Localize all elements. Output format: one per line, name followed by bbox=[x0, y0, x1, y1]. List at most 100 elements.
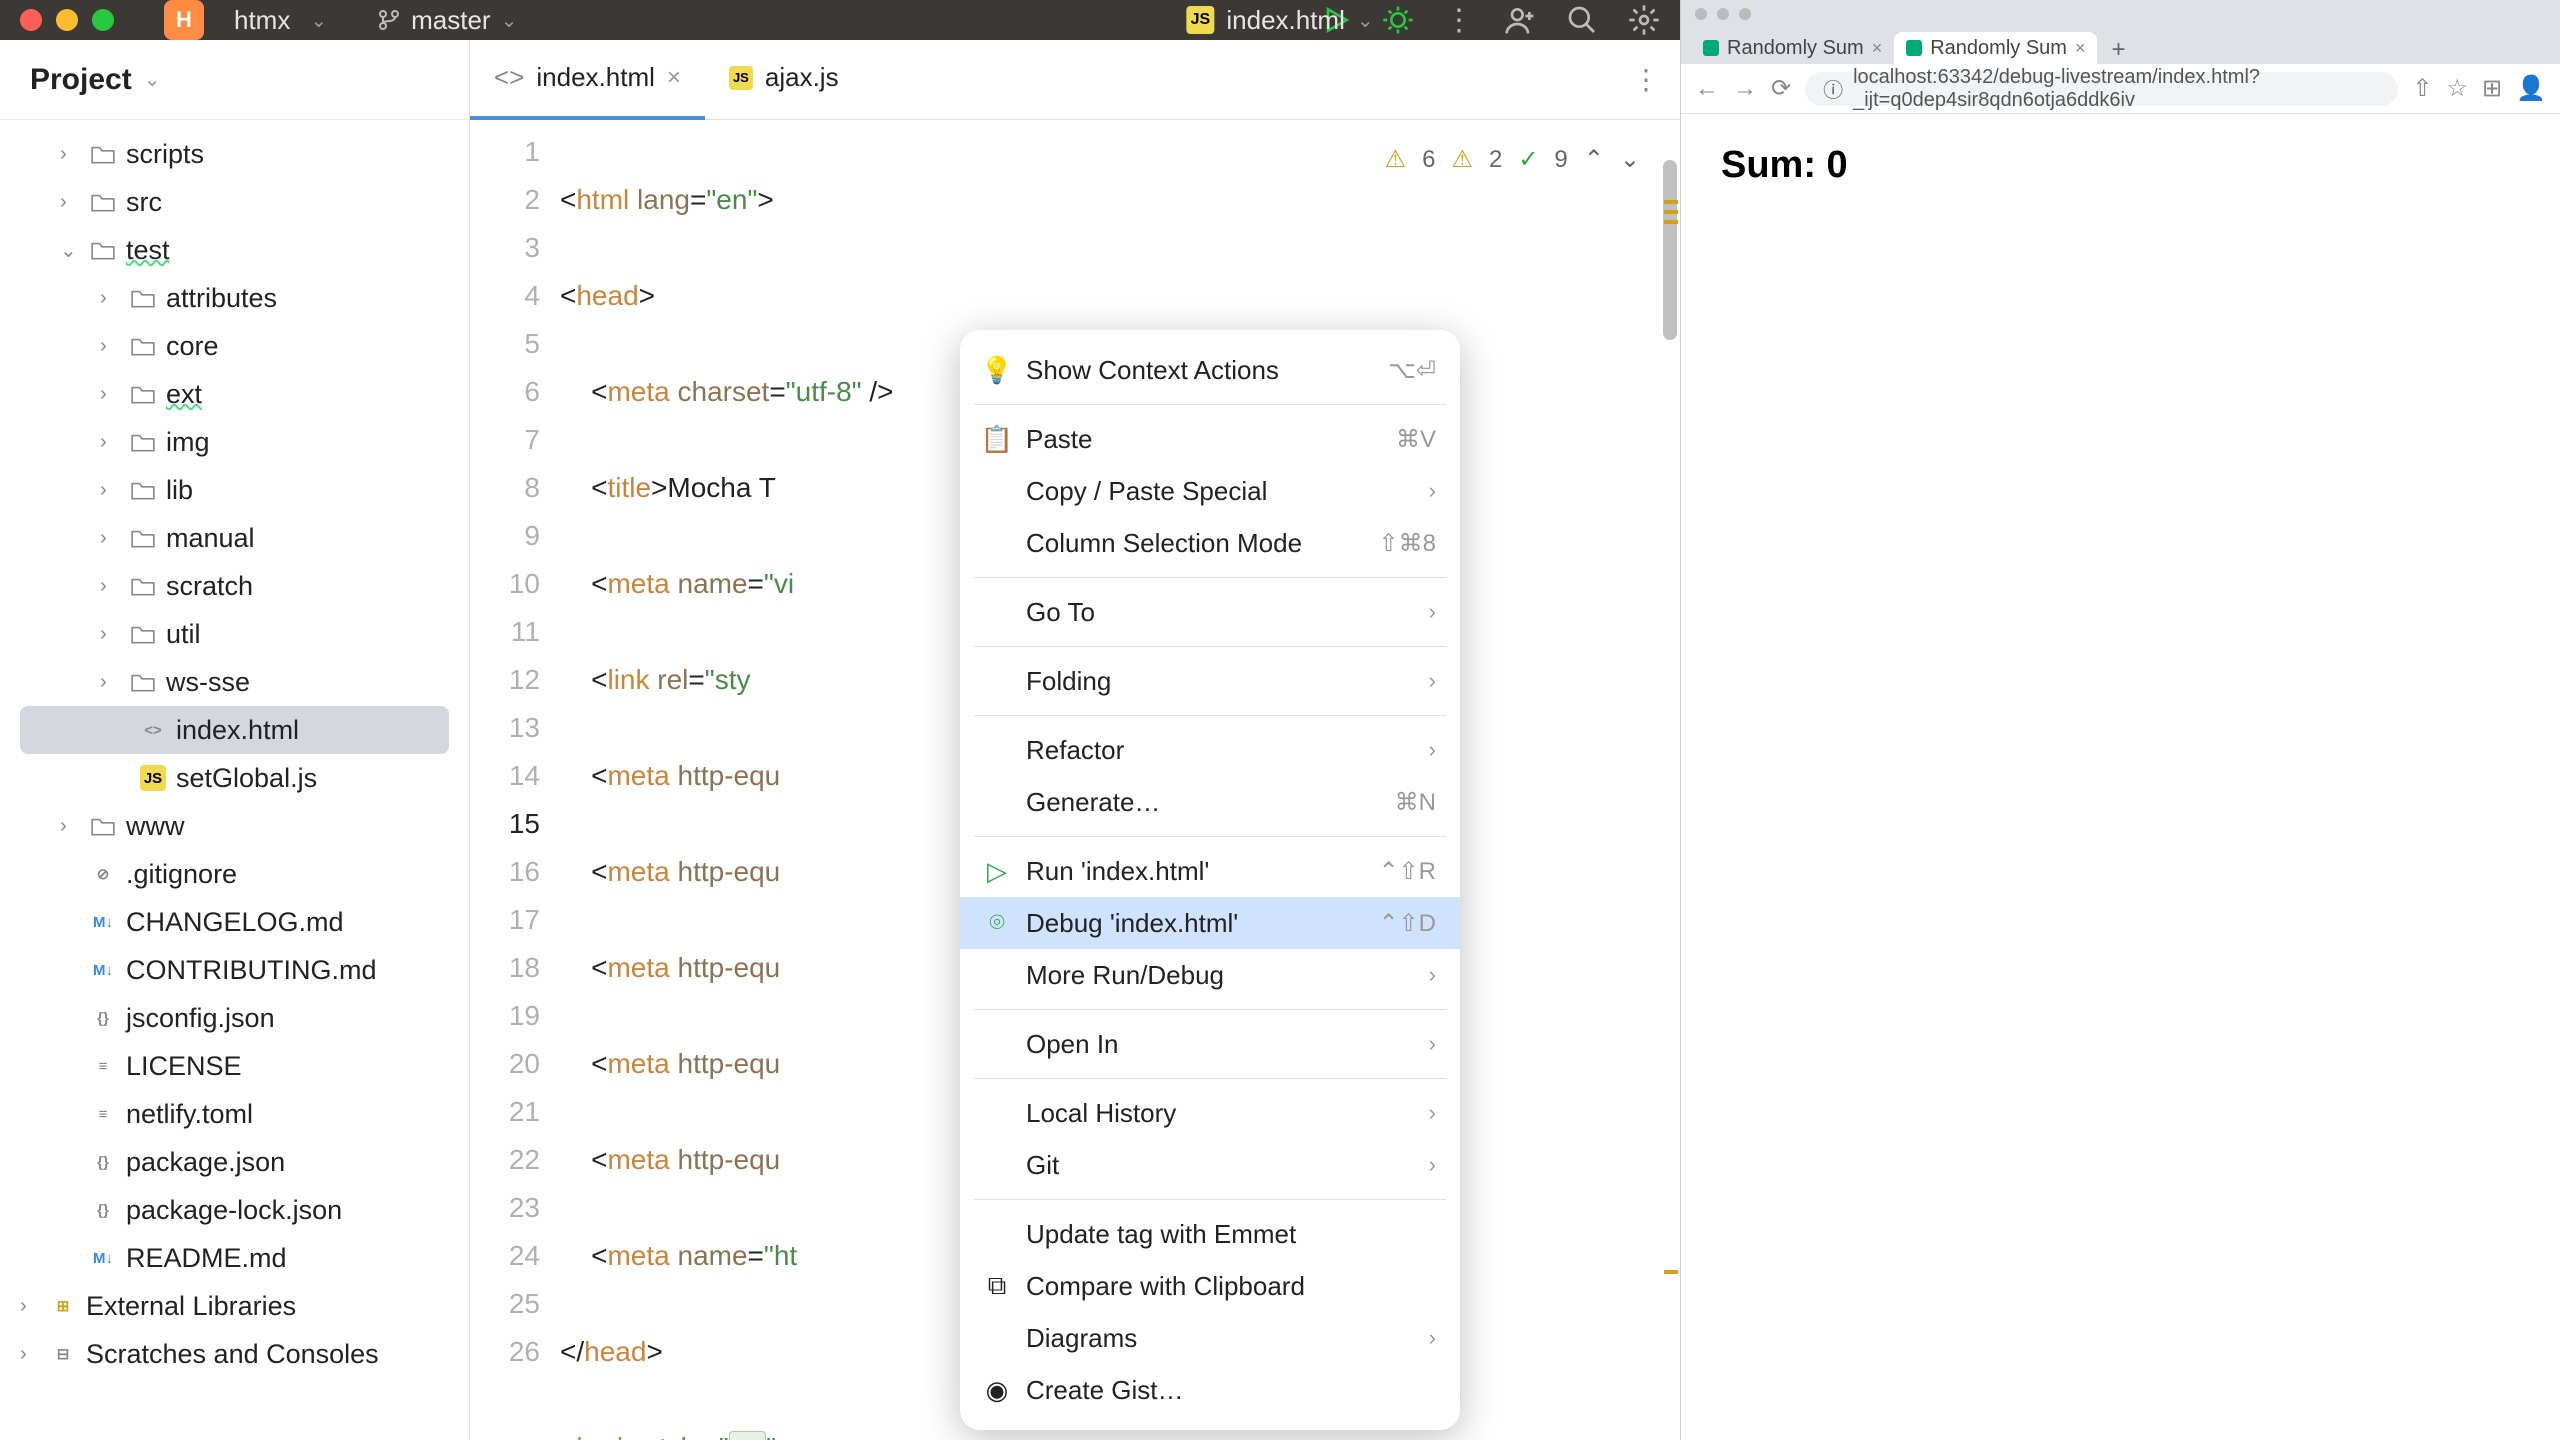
ctx-copy-paste-special[interactable]: Copy / Paste Special› bbox=[960, 465, 1460, 517]
browser-toolbar: ← → ⟳ ⓘlocalhost:63342/debug-livestream/… bbox=[1681, 64, 2560, 114]
folder-icon bbox=[130, 527, 156, 549]
current-file[interactable]: JS index.html ⌄ bbox=[1186, 5, 1373, 36]
minimize-window[interactable] bbox=[56, 9, 78, 31]
tree-file-indexhtml[interactable]: <>index.html bbox=[20, 706, 449, 754]
chevron-down-icon[interactable]: ⌄ bbox=[144, 67, 161, 92]
ctx-refactor[interactable]: Refactor› bbox=[960, 724, 1460, 776]
search-icon[interactable] bbox=[1566, 4, 1598, 36]
minimize-window[interactable] bbox=[1717, 8, 1729, 20]
tree-folder-ext[interactable]: ›ext bbox=[0, 370, 469, 418]
typo-count: 9 bbox=[1554, 136, 1567, 184]
tree-file-readme[interactable]: M↓README.md bbox=[0, 1234, 469, 1282]
new-tab-button[interactable]: + bbox=[2097, 36, 2139, 64]
ctx-goto[interactable]: Go To› bbox=[960, 586, 1460, 638]
chevron-down-icon[interactable]: ⌄ bbox=[310, 8, 327, 33]
ctx-run[interactable]: ▷Run 'index.html'⌃⇧R bbox=[960, 845, 1460, 897]
tree-folder-lib[interactable]: ›lib bbox=[0, 466, 469, 514]
add-user-icon[interactable] bbox=[1504, 4, 1536, 36]
settings-icon[interactable] bbox=[1628, 4, 1660, 36]
ctx-diagrams[interactable]: Diagrams› bbox=[960, 1312, 1460, 1364]
browser-tab-1[interactable]: Randomly Sum× bbox=[1691, 32, 1894, 64]
tree-file-license[interactable]: ≡LICENSE bbox=[0, 1042, 469, 1090]
maximize-window[interactable] bbox=[92, 9, 114, 31]
html-file-icon: <> bbox=[140, 717, 166, 743]
text-file-icon: ≡ bbox=[90, 1101, 116, 1127]
ctx-paste[interactable]: 📋Paste⌘V bbox=[960, 413, 1460, 465]
ctx-emmet[interactable]: Update tag with Emmet bbox=[960, 1208, 1460, 1260]
profile-icon[interactable]: 👤 bbox=[2516, 74, 2546, 103]
close-tab-icon[interactable]: × bbox=[667, 64, 681, 92]
browser-tabs: Randomly Sum× Randomly Sum× + bbox=[1681, 28, 2560, 64]
debug-icon[interactable] bbox=[1382, 4, 1414, 36]
tree-file-package[interactable]: {}package.json bbox=[0, 1138, 469, 1186]
tree-folder-www[interactable]: ›www bbox=[0, 802, 469, 850]
tree-file-jsconfig[interactable]: {}jsconfig.json bbox=[0, 994, 469, 1042]
info-icon: ⓘ bbox=[1823, 74, 1843, 103]
tree-folder-img[interactable]: ›img bbox=[0, 418, 469, 466]
json-file-icon: {} bbox=[90, 1197, 116, 1223]
ctx-local-history[interactable]: Local History› bbox=[960, 1087, 1460, 1139]
maximize-window[interactable] bbox=[1739, 8, 1751, 20]
tree-folder-attributes[interactable]: ›attributes bbox=[0, 274, 469, 322]
close-window[interactable] bbox=[1695, 8, 1707, 20]
extensions-icon[interactable]: ⊞ bbox=[2482, 74, 2502, 103]
ctx-open-in[interactable]: Open In› bbox=[960, 1018, 1460, 1070]
close-window[interactable] bbox=[20, 9, 42, 31]
favicon bbox=[1906, 40, 1922, 56]
ctx-column-selection[interactable]: Column Selection Mode⇧⌘8 bbox=[960, 517, 1460, 569]
ctx-generate[interactable]: Generate…⌘N bbox=[960, 776, 1460, 828]
close-tab-icon[interactable]: × bbox=[1872, 38, 1883, 59]
ctx-compare-clipboard[interactable]: ⧉Compare with Clipboard bbox=[960, 1260, 1460, 1312]
tree-folder-src[interactable]: ›src bbox=[0, 178, 469, 226]
tree-external-libraries[interactable]: ›⊞External Libraries bbox=[0, 1282, 469, 1330]
bookmark-icon[interactable]: ☆ bbox=[2446, 74, 2468, 103]
browser-tab-2[interactable]: Randomly Sum× bbox=[1894, 32, 2097, 64]
folder-icon bbox=[130, 335, 156, 357]
address-bar[interactable]: ⓘlocalhost:63342/debug-livestream/index.… bbox=[1805, 72, 2398, 106]
tree-file-gitignore[interactable]: ⊘.gitignore bbox=[0, 850, 469, 898]
tree-file-setglobal[interactable]: JSsetGlobal.js bbox=[0, 754, 469, 802]
folder-icon bbox=[90, 815, 116, 837]
ctx-more-run[interactable]: More Run/Debug› bbox=[960, 949, 1460, 1001]
tree-file-contributing[interactable]: M↓CONTRIBUTING.md bbox=[0, 946, 469, 994]
ctx-folding[interactable]: Folding› bbox=[960, 655, 1460, 707]
tree-scratches[interactable]: ›⊟Scratches and Consoles bbox=[0, 1330, 469, 1378]
ctx-show-actions[interactable]: 💡Show Context Actions⌥⏎ bbox=[960, 344, 1460, 396]
tree-folder-test[interactable]: ⌄test bbox=[0, 226, 469, 274]
back-button[interactable]: ← bbox=[1695, 75, 1719, 103]
play-icon: ▷ bbox=[984, 858, 1010, 884]
tree-file-changelog[interactable]: M↓CHANGELOG.md bbox=[0, 898, 469, 946]
tree-file-packagelock[interactable]: {}package-lock.json bbox=[0, 1186, 469, 1234]
tree-folder-manual[interactable]: ›manual bbox=[0, 514, 469, 562]
inspection-widget[interactable]: ⚠6 ⚠2 ✓9 ⌃ ⌄ bbox=[1385, 136, 1640, 184]
git-branch[interactable]: master ⌄ bbox=[377, 5, 517, 36]
tree-folder-util[interactable]: ›util bbox=[0, 610, 469, 658]
ctx-debug[interactable]: ⌾Debug 'index.html'⌃⇧D bbox=[960, 897, 1460, 949]
share-icon[interactable]: ⇧ bbox=[2412, 74, 2432, 103]
gitignore-icon: ⊘ bbox=[90, 861, 116, 887]
tree-folder-scratch[interactable]: ›scratch bbox=[0, 562, 469, 610]
tree-folder-wssse[interactable]: ›ws-sse bbox=[0, 658, 469, 706]
md-file-icon: M↓ bbox=[90, 909, 116, 935]
branch-icon bbox=[377, 8, 401, 32]
close-tab-icon[interactable]: × bbox=[2075, 38, 2086, 59]
chevron-down-icon[interactable]: ⌄ bbox=[1620, 136, 1640, 184]
tree-folder-core[interactable]: ›core bbox=[0, 322, 469, 370]
error-stripe-bar[interactable] bbox=[1662, 120, 1680, 1440]
forward-button[interactable]: → bbox=[1733, 75, 1757, 103]
tree-file-netlify[interactable]: ≡netlify.toml bbox=[0, 1090, 469, 1138]
folder-icon bbox=[90, 239, 116, 261]
more-icon[interactable]: ⋮ bbox=[1444, 3, 1474, 38]
tab-indexhtml[interactable]: <> index.html × bbox=[470, 40, 705, 120]
js-file-icon: JS bbox=[140, 765, 166, 791]
ctx-create-gist[interactable]: ◉Create Gist… bbox=[960, 1364, 1460, 1416]
tab-ajaxjs[interactable]: JS ajax.js bbox=[705, 40, 863, 120]
reload-button[interactable]: ⟳ bbox=[1771, 74, 1791, 103]
tree-folder-scripts[interactable]: ›scripts bbox=[0, 130, 469, 178]
ctx-git[interactable]: Git› bbox=[960, 1139, 1460, 1191]
project-name[interactable]: htmx bbox=[234, 5, 290, 36]
file-tree: ›scripts ›src ⌄test ›attributes ›core ›e… bbox=[0, 120, 469, 1440]
more-icon[interactable]: ⋮ bbox=[1632, 63, 1660, 96]
bulb-icon: 💡 bbox=[984, 357, 1010, 383]
chevron-up-icon[interactable]: ⌃ bbox=[1584, 136, 1604, 184]
